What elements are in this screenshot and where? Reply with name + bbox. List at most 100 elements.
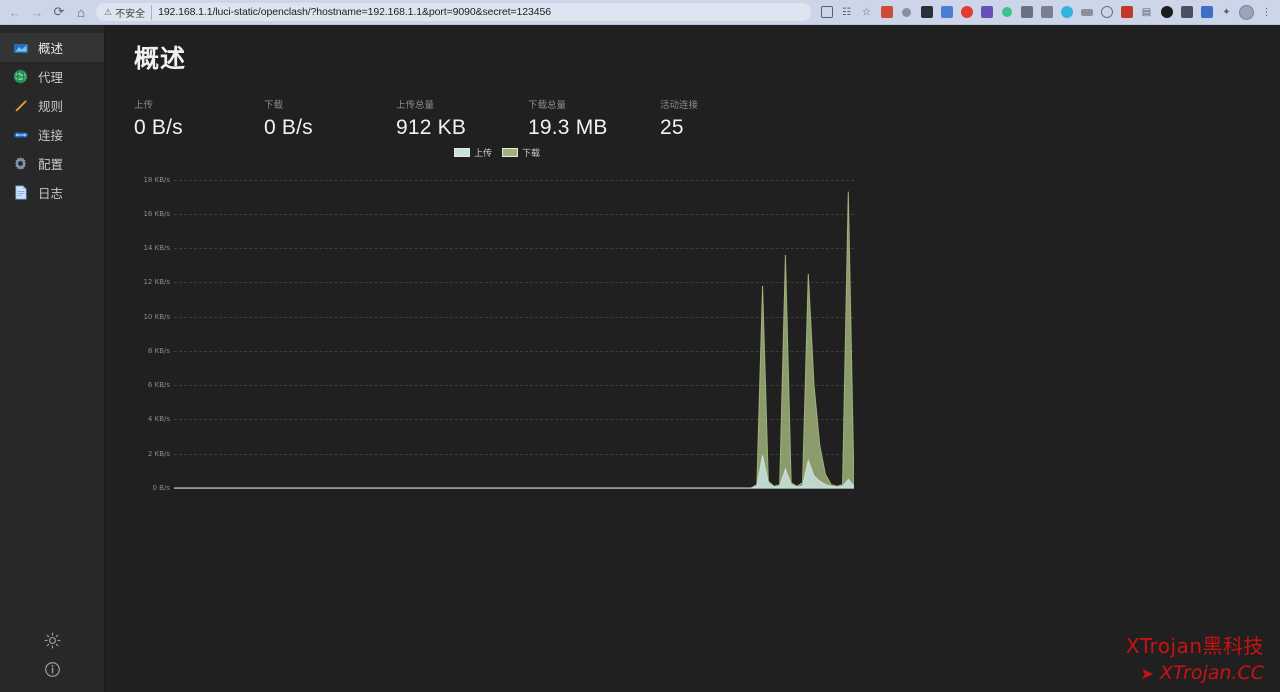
stat-download-speed: 下载 0 B/s bbox=[264, 97, 396, 140]
reload-button[interactable]: ⟳ bbox=[48, 2, 70, 22]
stat-value: 0 B/s bbox=[134, 116, 264, 140]
document-logs-icon bbox=[12, 184, 29, 201]
chart-series-svg bbox=[174, 158, 854, 498]
blue-note-extension-icon[interactable] bbox=[937, 3, 956, 22]
globe-extension-icon[interactable] bbox=[1097, 3, 1116, 22]
stat-active-connections: 活动连接 25 bbox=[660, 97, 780, 140]
main-content: 概述 上传 0 B/s 下载 0 B/s 上传总量 912 KB 下载总量 19… bbox=[105, 25, 1280, 692]
gray-pill-extension-icon[interactable] bbox=[1077, 3, 1096, 22]
video-extension-icon[interactable] bbox=[1037, 3, 1056, 22]
sidebar-spacer bbox=[0, 207, 104, 626]
sidebar-label-rules: 规则 bbox=[38, 96, 63, 115]
stat-label: 上传总量 bbox=[396, 97, 528, 111]
red-shield-extension-icon[interactable] bbox=[957, 3, 976, 22]
insecure-label: 不安全 bbox=[115, 5, 152, 20]
pencil-rules-icon bbox=[12, 97, 29, 114]
legend-label-download: 下载 bbox=[522, 146, 540, 159]
stat-value: 0 B/s bbox=[264, 116, 396, 140]
sidebar-bottom-actions bbox=[0, 626, 104, 692]
stat-download-total: 下载总量 19.3 MB bbox=[528, 97, 660, 140]
stat-value: 912 KB bbox=[396, 116, 528, 140]
globe-proxies-icon bbox=[12, 68, 29, 85]
extension-toolbar: ☷ ☆ ▤ ✦ ⋮ bbox=[817, 3, 1276, 22]
watermark-line-2: ➤ XTrojan.CC bbox=[1126, 662, 1264, 684]
back-button[interactable]: ← bbox=[4, 2, 26, 22]
chart-y-tick-label: 16 KB/s bbox=[134, 210, 170, 218]
chart-area-download bbox=[174, 192, 854, 488]
grid-apps-icon[interactable]: ☷ bbox=[837, 3, 856, 22]
legend-label-upload: 上传 bbox=[474, 146, 492, 159]
stat-label: 活动连接 bbox=[660, 97, 780, 111]
link-connections-icon bbox=[12, 126, 29, 143]
stat-upload-total: 上传总量 912 KB bbox=[396, 97, 528, 140]
chart-y-tick-label: 14 KB/s bbox=[134, 244, 170, 252]
chart-y-tick-label: 4 KB/s bbox=[134, 415, 170, 423]
black-shield-extension-icon[interactable] bbox=[1157, 3, 1176, 22]
chart-y-tick-label: 2 KB/s bbox=[134, 450, 170, 458]
red-toolbox-extension-icon[interactable] bbox=[877, 3, 896, 22]
split-screen-icon[interactable] bbox=[817, 3, 836, 22]
url-text: 192.168.1.1/luci-static/openclash/?hostn… bbox=[158, 6, 551, 18]
sidebar-item-config[interactable]: 配置 bbox=[0, 149, 104, 178]
bars-extension-icon[interactable]: ▤ bbox=[1137, 3, 1156, 22]
forward-button[interactable]: → bbox=[26, 2, 48, 22]
sidebar-label-config: 配置 bbox=[38, 154, 63, 173]
about-button[interactable] bbox=[0, 655, 104, 684]
insecure-warning-icon: ⚠ bbox=[104, 8, 112, 17]
address-bar[interactable]: ⚠ 不安全 192.168.1.1/luci-static/openclash/… bbox=[96, 3, 811, 21]
info-icon bbox=[44, 661, 61, 678]
browser-menu-icon[interactable]: ⋮ bbox=[1257, 3, 1276, 22]
theme-toggle-button[interactable] bbox=[0, 626, 104, 655]
sidebar-item-proxies[interactable]: 代理 bbox=[0, 62, 104, 91]
watermark: XTrojan黑科技 ➤ XTrojan.CC bbox=[1126, 630, 1264, 684]
dark-badge-extension-icon[interactable] bbox=[917, 3, 936, 22]
legend-item-upload: 上传 bbox=[454, 146, 492, 159]
home-button[interactable]: ⌂ bbox=[70, 2, 92, 22]
sun-icon bbox=[44, 632, 61, 649]
cyan-dot-extension-icon[interactable] bbox=[1057, 3, 1076, 22]
app-root: 概述 代理 规则 bbox=[0, 25, 1280, 692]
stats-row: 上传 0 B/s 下载 0 B/s 上传总量 912 KB 下载总量 19.3 … bbox=[105, 75, 1280, 140]
chart-y-tick-label: 0 B/s bbox=[134, 484, 170, 492]
chart-y-tick-label: 8 KB/s bbox=[134, 347, 170, 355]
purple-ia-extension-icon[interactable] bbox=[977, 3, 996, 22]
stat-value: 19.3 MB bbox=[528, 116, 660, 140]
traffic-chart: 上传 下载 0 B/s2 KB/s4 KB/s6 KB/s8 KB/s10 KB… bbox=[134, 146, 884, 506]
gray-frame-extension-icon[interactable] bbox=[1017, 3, 1036, 22]
sidebar-label-overview: 概述 bbox=[38, 38, 63, 57]
stat-label: 上传 bbox=[134, 97, 264, 111]
dark-card-extension-icon[interactable] bbox=[1177, 3, 1196, 22]
chart-area-upload bbox=[174, 455, 854, 488]
legend-swatch-upload bbox=[454, 148, 470, 157]
blue-photo-extension-icon[interactable] bbox=[1197, 3, 1216, 22]
sidebar-label-logs: 日志 bbox=[38, 183, 63, 202]
browser-toolbar: ← → ⟳ ⌂ ⚠ 不安全 192.168.1.1/luci-static/op… bbox=[0, 0, 1280, 25]
puzzle-extension-icon[interactable]: ✦ bbox=[1217, 3, 1236, 22]
red-square-extension-icon[interactable] bbox=[1117, 3, 1136, 22]
legend-item-download: 下载 bbox=[502, 146, 540, 159]
sidebar-item-logs[interactable]: 日志 bbox=[0, 178, 104, 207]
sidebar: 概述 代理 规则 bbox=[0, 25, 105, 692]
stat-upload-speed: 上传 0 B/s bbox=[134, 97, 264, 140]
profile-avatar[interactable] bbox=[1237, 3, 1256, 22]
green-c-extension-icon[interactable] bbox=[997, 3, 1016, 22]
chart-y-tick-label: 10 KB/s bbox=[134, 313, 170, 321]
watermark-line-1: XTrojan黑科技 bbox=[1126, 630, 1264, 659]
page-title: 概述 bbox=[105, 25, 1280, 75]
sidebar-item-rules[interactable]: 规则 bbox=[0, 91, 104, 120]
sidebar-item-overview[interactable]: 概述 bbox=[0, 33, 104, 62]
chart-legend: 上传 下载 bbox=[454, 146, 540, 159]
sidebar-label-proxies: 代理 bbox=[38, 67, 63, 86]
gear-config-icon bbox=[12, 155, 29, 172]
sidebar-label-connections: 连接 bbox=[38, 125, 63, 144]
bookmark-star-icon[interactable]: ☆ bbox=[857, 3, 876, 22]
sidebar-nav: 概述 代理 规则 bbox=[0, 25, 104, 207]
stat-value: 25 bbox=[660, 116, 780, 140]
stat-label: 下载 bbox=[264, 97, 396, 111]
watermark-site: XTrojan.CC bbox=[1160, 662, 1264, 684]
watermark-arrow: ➤ bbox=[1140, 664, 1153, 683]
chart-y-tick-label: 12 KB/s bbox=[134, 278, 170, 286]
sidebar-item-connections[interactable]: 连接 bbox=[0, 120, 104, 149]
chart-plot-area: 0 B/s2 KB/s4 KB/s6 KB/s8 KB/s10 KB/s12 K… bbox=[134, 158, 854, 498]
gray-gear-extension-icon[interactable] bbox=[897, 3, 916, 22]
